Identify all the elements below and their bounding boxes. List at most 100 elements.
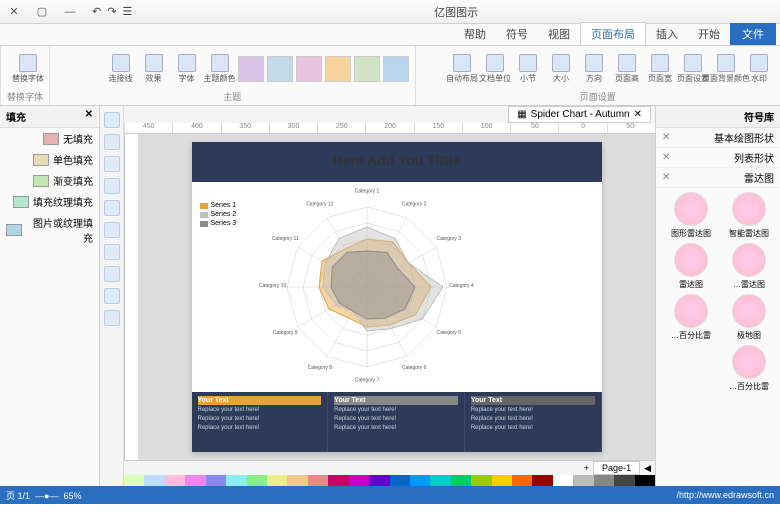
close-icon[interactable]: ✕	[662, 172, 670, 183]
chart-title[interactable]: Here Add You Tittle	[192, 152, 602, 168]
ribbon-btn[interactable]: 连接线	[106, 50, 136, 88]
tab-help[interactable]: 帮助	[454, 23, 496, 45]
shape-item[interactable]: 雷达图	[664, 243, 718, 290]
library-category[interactable]: 基本绘图形状✕	[656, 128, 780, 148]
ribbon-btn[interactable]: 页面背景颜色	[711, 50, 741, 88]
color-swatch[interactable]	[635, 475, 655, 486]
theme-swatch[interactable]	[238, 56, 264, 82]
zoom-level[interactable]: 65%	[63, 491, 81, 501]
tool-button[interactable]	[104, 156, 120, 172]
footer-box[interactable]: Your TextReplace your text here!Replace …	[192, 392, 329, 452]
tab-insert[interactable]: 插入	[646, 23, 688, 45]
color-swatch[interactable]	[594, 475, 614, 486]
fill-option[interactable]: 填充纹理填充	[0, 191, 99, 212]
color-swatch[interactable]	[124, 475, 144, 486]
tab-file[interactable]: 文件	[730, 23, 776, 45]
ribbon-btn[interactable]: 主题颜色	[205, 50, 235, 88]
fill-option[interactable]: 渐变填充	[0, 170, 99, 191]
minimize-button[interactable]: —	[56, 0, 84, 24]
tool-button[interactable]	[104, 244, 120, 260]
color-swatch[interactable]	[614, 475, 634, 486]
color-swatch[interactable]	[226, 475, 246, 486]
tool-button[interactable]	[104, 134, 120, 150]
shape-item[interactable]: 雷达图…	[722, 243, 776, 290]
color-swatch[interactable]	[471, 475, 491, 486]
theme-swatch[interactable]	[296, 56, 322, 82]
color-swatch[interactable]	[206, 475, 226, 486]
theme-swatch[interactable]	[267, 56, 293, 82]
color-swatch[interactable]	[573, 475, 593, 486]
theme-swatch[interactable]	[325, 56, 351, 82]
shape-item[interactable]: 智能雷达图	[722, 192, 776, 239]
shape-item[interactable]: 图形雷达图	[664, 192, 718, 239]
color-swatch[interactable]	[512, 475, 532, 486]
color-swatch[interactable]	[349, 475, 369, 486]
tab-page-layout[interactable]: 页面布局	[580, 22, 646, 45]
color-swatch[interactable]	[267, 475, 287, 486]
color-swatch[interactable]	[390, 475, 410, 486]
tab-home[interactable]: 开始	[688, 23, 730, 45]
ribbon-btn[interactable]: 效果	[139, 50, 169, 88]
qat-menu[interactable]: ☰	[122, 5, 132, 18]
tool-button[interactable]	[104, 200, 120, 216]
tool-button[interactable]	[104, 288, 120, 304]
page-add-icon[interactable]: +	[584, 463, 589, 473]
redo-button[interactable]: ↷	[107, 5, 116, 18]
close-button[interactable]: ✕	[0, 0, 28, 24]
tool-button[interactable]	[104, 178, 120, 194]
color-swatch[interactable]	[430, 475, 450, 486]
color-swatch[interactable]	[165, 475, 185, 486]
ribbon-btn[interactable]: 小节	[513, 50, 543, 88]
ribbon-btn[interactable]: 页面宽	[645, 50, 675, 88]
color-swatch[interactable]	[553, 475, 573, 486]
ribbon-btn[interactable]: 方向	[579, 50, 609, 88]
theme-swatch[interactable]	[354, 56, 380, 82]
library-category[interactable]: 列表形状✕	[656, 148, 780, 168]
color-swatch[interactable]	[144, 475, 164, 486]
color-swatch[interactable]	[532, 475, 552, 486]
color-swatch[interactable]	[369, 475, 389, 486]
footer-box[interactable]: Your TextReplace your text here!Replace …	[465, 392, 602, 452]
ribbon-btn[interactable]: 页面设置	[678, 50, 708, 88]
ribbon-btn[interactable]: 大小	[546, 50, 576, 88]
close-icon[interactable]: ✕	[662, 132, 670, 143]
ribbon-btn[interactable]: 替换字体	[13, 50, 43, 88]
shape-item[interactable]: 百分比雷…	[664, 294, 718, 341]
color-swatch[interactable]	[287, 475, 307, 486]
color-swatch[interactable]	[328, 475, 348, 486]
ribbon-btn[interactable]: 文档单位	[480, 50, 510, 88]
tab-symbols[interactable]: 符号	[496, 23, 538, 45]
color-swatch[interactable]	[492, 475, 512, 486]
color-swatch[interactable]	[451, 475, 471, 486]
color-swatch[interactable]	[185, 475, 205, 486]
radar-chart[interactable]: Category 1Category 2Category 3Category 4…	[252, 187, 482, 387]
ribbon-btn[interactable]: 字体	[172, 50, 202, 88]
tool-button[interactable]	[104, 310, 120, 326]
canvas[interactable]: Here Add You Tittle Series 1Series 2Seri…	[138, 134, 655, 460]
ribbon-btn[interactable]: 页面高	[612, 50, 642, 88]
color-swatch[interactable]	[308, 475, 328, 486]
library-category[interactable]: 雷达图✕	[656, 168, 780, 188]
theme-swatch[interactable]	[383, 56, 409, 82]
shape-item[interactable]: 极地图	[722, 294, 776, 341]
tool-button[interactable]	[104, 222, 120, 238]
ribbon-btn[interactable]: 自动布局	[447, 50, 477, 88]
color-palette-bar[interactable]	[124, 475, 655, 486]
maximize-button[interactable]: ▢	[28, 0, 56, 24]
tab-view[interactable]: 视图	[538, 23, 580, 45]
fill-option[interactable]: 无填充	[0, 128, 99, 149]
color-swatch[interactable]	[410, 475, 430, 486]
panel-close-icon[interactable]: ✕	[85, 109, 93, 124]
tool-button[interactable]	[104, 112, 120, 128]
document-tab[interactable]: ✕ Spider Chart - Autumn ▦	[508, 106, 651, 123]
page-tab[interactable]: Page-1	[593, 461, 640, 475]
doc-tab-close-icon[interactable]: ✕	[634, 109, 642, 120]
close-icon[interactable]: ✕	[662, 152, 670, 163]
drawing-page[interactable]: Here Add You Tittle Series 1Series 2Seri…	[192, 142, 602, 452]
color-swatch[interactable]	[247, 475, 267, 486]
page-nav-prev[interactable]: ◀	[644, 463, 651, 474]
tool-button[interactable]	[104, 266, 120, 282]
footer-box[interactable]: Your TextReplace your text here!Replace …	[328, 392, 465, 452]
undo-button[interactable]: ↶	[92, 5, 101, 18]
shape-item[interactable]: 百分比雷…	[722, 345, 776, 392]
